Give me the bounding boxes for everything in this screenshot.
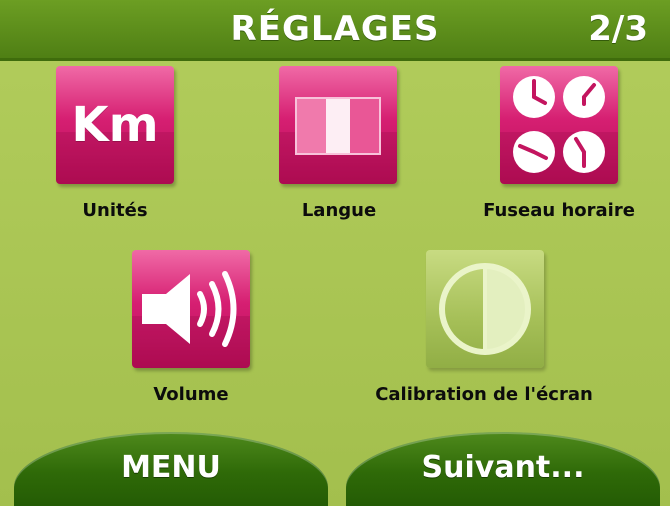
km-units-icon: Km	[56, 66, 174, 184]
settings-screen: RÉGLAGES 2/3 Km Unités Langue Fuseau hor…	[0, 0, 670, 506]
calibration-label: Calibration de l'écran	[375, 384, 593, 405]
language-flag-icon	[279, 66, 397, 184]
page-title: RÉGLAGES	[230, 9, 440, 49]
language-label: Langue	[301, 200, 377, 221]
volume-tile[interactable]: Volume	[116, 250, 266, 410]
km-glyph: Km	[71, 97, 159, 153]
language-tile[interactable]: Langue	[264, 66, 414, 226]
units-label: Unités	[82, 200, 148, 221]
volume-label: Volume	[153, 384, 229, 405]
units-tile[interactable]: Km Unités	[46, 66, 196, 226]
menu-button[interactable]: MENU	[14, 432, 328, 506]
page-indicator: 2/3	[588, 9, 648, 49]
timezone-label: Fuseau horaire	[483, 200, 635, 221]
timezone-clocks-icon	[500, 66, 618, 184]
calibration-tile[interactable]: Calibration de l'écran	[352, 250, 616, 410]
next-button[interactable]: Suivant...	[346, 432, 660, 506]
screen-calibration-icon	[426, 250, 544, 368]
speaker-volume-icon	[132, 250, 250, 368]
timezone-tile[interactable]: Fuseau horaire	[462, 66, 656, 226]
